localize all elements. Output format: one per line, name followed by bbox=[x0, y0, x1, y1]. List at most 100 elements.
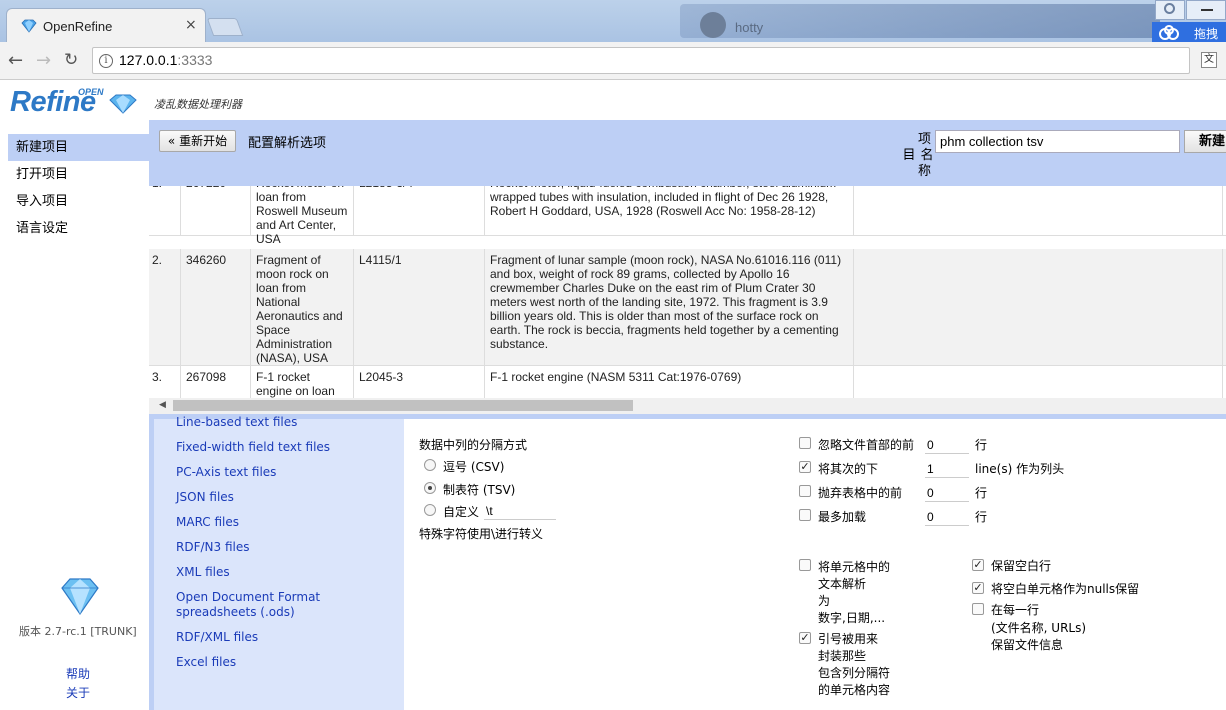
browser-tab-openrefine[interactable]: OpenRefine × bbox=[6, 8, 206, 42]
tab-title: OpenRefine bbox=[43, 19, 113, 34]
reload-icon[interactable]: ↻ bbox=[64, 50, 78, 70]
back-arrow-icon[interactable]: ← bbox=[8, 50, 23, 71]
tab-close-icon[interactable]: × bbox=[185, 17, 197, 33]
parse-cell-text-line2: 文本解析 bbox=[818, 577, 867, 591]
openrefine-favicon-icon bbox=[21, 19, 37, 33]
table-row: 2. 346260 Fragment of moon rock on loan … bbox=[149, 249, 1226, 366]
baidu-netdisk-widget[interactable]: 拖拽上 bbox=[1152, 22, 1226, 57]
window-minimize-button[interactable] bbox=[1186, 0, 1226, 20]
format-list: Line-based text files Fixed-width field … bbox=[154, 415, 404, 710]
profile-name[interactable]: hotty bbox=[735, 20, 763, 35]
info-icon[interactable]: i bbox=[99, 54, 113, 68]
custom-label[interactable]: 自定义 bbox=[443, 504, 479, 520]
radio-csv[interactable] bbox=[424, 459, 436, 471]
format-rdf-xml[interactable]: RDF/XML files bbox=[176, 630, 258, 645]
discard-rows-input[interactable] bbox=[925, 484, 969, 502]
radio-tsv[interactable] bbox=[424, 482, 436, 494]
format-json[interactable]: JSON files bbox=[176, 490, 234, 505]
header-lines-input[interactable] bbox=[925, 460, 969, 478]
help-link[interactable]: 帮助 bbox=[66, 665, 90, 682]
parse-cell-text-line1: 将单元格中的 bbox=[818, 560, 891, 574]
keep-blank-rows-checkbox[interactable]: ✓ bbox=[972, 559, 984, 571]
cell-description: F-1 rocket engine (NASM 5311 Cat:1976-07… bbox=[485, 366, 854, 398]
nav-open-project[interactable]: 打开项目 bbox=[8, 161, 149, 188]
ignore-lines-input[interactable] bbox=[925, 436, 969, 454]
format-ods[interactable]: Open Document Format spreadsheets (.ods) bbox=[176, 590, 336, 620]
cell-loan-number: L2183-3/4 bbox=[354, 186, 485, 235]
cell-empty bbox=[854, 186, 1223, 235]
format-excel[interactable]: Excel files bbox=[176, 655, 236, 670]
tsv-label[interactable]: 制表符 (TSV) bbox=[443, 482, 515, 498]
user-icon bbox=[1164, 3, 1175, 14]
table-row: 3. 267098 F-1 rocket engine on loan L204… bbox=[149, 366, 1226, 398]
cell-empty bbox=[854, 366, 1223, 398]
forward-arrow-icon[interactable]: → bbox=[36, 50, 51, 71]
load-limit-input[interactable] bbox=[925, 508, 969, 526]
url-text: 127.0.0.1:3333 bbox=[119, 52, 213, 68]
ignore-lines-checkbox[interactable] bbox=[799, 437, 811, 449]
cell-title: Fragment of moon rock on loan from Natio… bbox=[251, 249, 354, 365]
diamond-icon bbox=[61, 578, 99, 616]
format-rdf-n3[interactable]: RDF/N3 files bbox=[176, 540, 249, 555]
data-preview-table[interactable]: 1. 267220 Rocket motor on loan from Rosw… bbox=[149, 186, 1226, 398]
discard-rows-unit: 行 bbox=[975, 486, 988, 500]
horizontal-scrollbar[interactable]: ◀ bbox=[149, 398, 1226, 414]
quotes-line3: 包含列分隔符 bbox=[818, 666, 891, 680]
discard-rows-label: 抛弃表格中的前 bbox=[818, 486, 903, 500]
about-link[interactable]: 关于 bbox=[66, 684, 90, 701]
address-bar-row: ← → ↻ i 127.0.0.1:3333 文 bbox=[0, 42, 1226, 80]
quotes-line1: 引号被用来 bbox=[818, 632, 879, 646]
nav-import-project[interactable]: 导入项目 bbox=[8, 188, 149, 215]
csv-label[interactable]: 逗号 (CSV) bbox=[443, 459, 504, 475]
cell-empty bbox=[854, 249, 1223, 365]
cell-id: 267098 bbox=[181, 366, 251, 398]
blank-null-label: 将空白单元格作为nulls保留 bbox=[991, 582, 1140, 596]
parse-cell-text-checkbox[interactable] bbox=[799, 559, 811, 571]
parse-options-title: 配置解析选项 bbox=[248, 136, 327, 151]
load-limit-label: 最多加载 bbox=[818, 510, 867, 524]
cell-description: Fragment of lunar sample (moon rock), NA… bbox=[485, 249, 854, 365]
cell-description: Rocket motor, liquid-fueled combustion c… bbox=[485, 186, 854, 235]
custom-separator-input[interactable] bbox=[484, 502, 556, 520]
url-input[interactable]: i 127.0.0.1:3333 bbox=[92, 47, 1190, 74]
discard-rows-checkbox[interactable] bbox=[799, 485, 811, 497]
start-over-button[interactable]: « 重新开始 bbox=[159, 130, 236, 152]
row-index: 1. bbox=[149, 186, 181, 235]
header-lines-checkbox[interactable]: ✓ bbox=[799, 461, 811, 473]
nav-language-settings[interactable]: 语言设定 bbox=[8, 215, 149, 242]
app-slogan: 凌乱数据处理利器 bbox=[154, 98, 242, 111]
radio-custom[interactable] bbox=[424, 504, 436, 516]
logo-open-label: OPEN bbox=[78, 87, 104, 97]
escape-note: 特殊字符使用\进行转义 bbox=[419, 527, 544, 541]
minimize-icon bbox=[1201, 9, 1213, 11]
diamond-logo-icon bbox=[109, 94, 137, 114]
format-fixed-width[interactable]: Fixed-width field text files bbox=[176, 440, 330, 455]
translate-icon[interactable]: 文 bbox=[1201, 52, 1217, 68]
parse-options-panel: 数据中列的分隔方式 逗号 (CSV) 制表符 (TSV) 自定义 特殊字符使用\… bbox=[404, 419, 1226, 710]
scrollbar-thumb[interactable] bbox=[173, 400, 633, 411]
new-tab-button[interactable] bbox=[206, 18, 244, 36]
profile-avatar[interactable] bbox=[700, 12, 726, 38]
file-info-checkbox[interactable] bbox=[972, 603, 984, 615]
file-info-line1: 在每一行 bbox=[991, 603, 1040, 617]
quotes-checkbox[interactable]: ✓ bbox=[799, 632, 811, 644]
create-project-button[interactable]: 新建 bbox=[1184, 130, 1226, 153]
blank-null-checkbox[interactable]: ✓ bbox=[972, 582, 984, 594]
version-label: 版本 2.7-rc.1 [TRUNK] bbox=[19, 625, 137, 638]
cell-id: 267220 bbox=[181, 186, 251, 235]
openrefine-logo[interactable]: Refine OPEN bbox=[8, 86, 143, 122]
ignore-lines-unit: 行 bbox=[975, 438, 988, 452]
project-name-input[interactable] bbox=[935, 130, 1180, 153]
scroll-left-icon[interactable]: ◀ bbox=[159, 400, 166, 410]
nav-new-project[interactable]: 新建项目 bbox=[8, 134, 149, 161]
quotes-line2: 封装那些 bbox=[818, 649, 867, 663]
parse-cell-text-line4: 数字,日期,... bbox=[818, 611, 886, 625]
cloud-icon bbox=[1159, 25, 1179, 40]
browser-tabstrip: hotty OpenRefine × 拖拽上 bbox=[0, 0, 1226, 57]
load-limit-checkbox[interactable] bbox=[799, 509, 811, 521]
format-line-based[interactable]: Line-based text files bbox=[176, 415, 297, 430]
format-pc-axis[interactable]: PC-Axis text files bbox=[176, 465, 276, 480]
format-marc[interactable]: MARC files bbox=[176, 515, 239, 530]
format-xml[interactable]: XML files bbox=[176, 565, 230, 580]
table-row: 1. 267220 Rocket motor on loan from Rosw… bbox=[149, 186, 1226, 246]
